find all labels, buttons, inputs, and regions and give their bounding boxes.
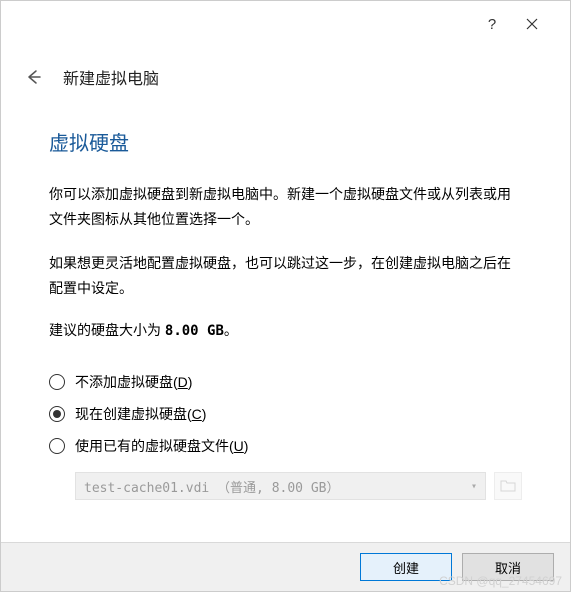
dialog-footer: 创建 取消 <box>1 542 570 591</box>
help-button[interactable]: ? <box>472 10 512 38</box>
option-label: 现在创建虚拟硬盘(C) <box>75 404 206 424</box>
option-create-disk[interactable]: 现在创建虚拟硬盘(C) <box>49 398 522 430</box>
back-button[interactable] <box>21 65 45 89</box>
dialog-window: ? 新建虚拟电脑 虚拟硬盘 你可以添加虚拟硬盘到新虚拟电脑中。新建一个虚拟硬盘文… <box>0 0 571 592</box>
titlebar: ? <box>1 1 570 39</box>
option-label: 不添加虚拟硬盘(D) <box>75 372 192 392</box>
disk-file-dropdown: test-cache01.vdi （普通, 8.00 GB） ▾ <box>75 472 486 500</box>
radio-icon <box>49 438 65 454</box>
section-title: 虚拟硬盘 <box>49 127 522 156</box>
existing-file-row: test-cache01.vdi （普通, 8.00 GB） ▾ <box>75 472 522 500</box>
disk-options: 不添加虚拟硬盘(D) 现在创建虚拟硬盘(C) 使用已有的虚拟硬盘文件(U) te… <box>49 366 522 500</box>
recommended-suffix: 。 <box>224 322 238 338</box>
recommended-size-value: 8.00 GB <box>165 323 224 339</box>
folder-icon <box>500 479 516 493</box>
cancel-button[interactable]: 取消 <box>462 553 554 581</box>
dropdown-arrow-icon: ▾ <box>471 481 477 492</box>
option-existing-disk[interactable]: 使用已有的虚拟硬盘文件(U) <box>49 430 522 462</box>
radio-dot-icon <box>53 410 61 418</box>
disk-file-value: test-cache01.vdi （普通, 8.00 GB） <box>84 477 340 496</box>
radio-icon <box>49 406 65 422</box>
recommended-size: 建议的硬盘大小为 8.00 GB。 <box>49 320 522 340</box>
page-title: 新建虚拟电脑 <box>63 65 159 89</box>
header: 新建虚拟电脑 <box>1 39 570 89</box>
radio-icon <box>49 374 65 390</box>
close-button[interactable] <box>512 10 552 38</box>
close-icon <box>526 18 538 30</box>
dialog-body: 虚拟硬盘 你可以添加虚拟硬盘到新虚拟电脑中。新建一个虚拟硬盘文件或从列表或用文件… <box>1 89 570 542</box>
create-button[interactable]: 创建 <box>360 553 452 581</box>
recommended-prefix: 建议的硬盘大小为 <box>49 322 165 338</box>
option-label: 使用已有的虚拟硬盘文件(U) <box>75 436 248 456</box>
browse-button <box>494 472 522 500</box>
description-1: 你可以添加虚拟硬盘到新虚拟电脑中。新建一个虚拟硬盘文件或从列表或用文件夹图标从其… <box>49 182 522 231</box>
description-2: 如果想更灵活地配置虚拟硬盘，也可以跳过这一步，在创建虚拟电脑之后在配置中设定。 <box>49 251 522 300</box>
back-arrow-icon <box>24 68 42 86</box>
option-no-disk[interactable]: 不添加虚拟硬盘(D) <box>49 366 522 398</box>
